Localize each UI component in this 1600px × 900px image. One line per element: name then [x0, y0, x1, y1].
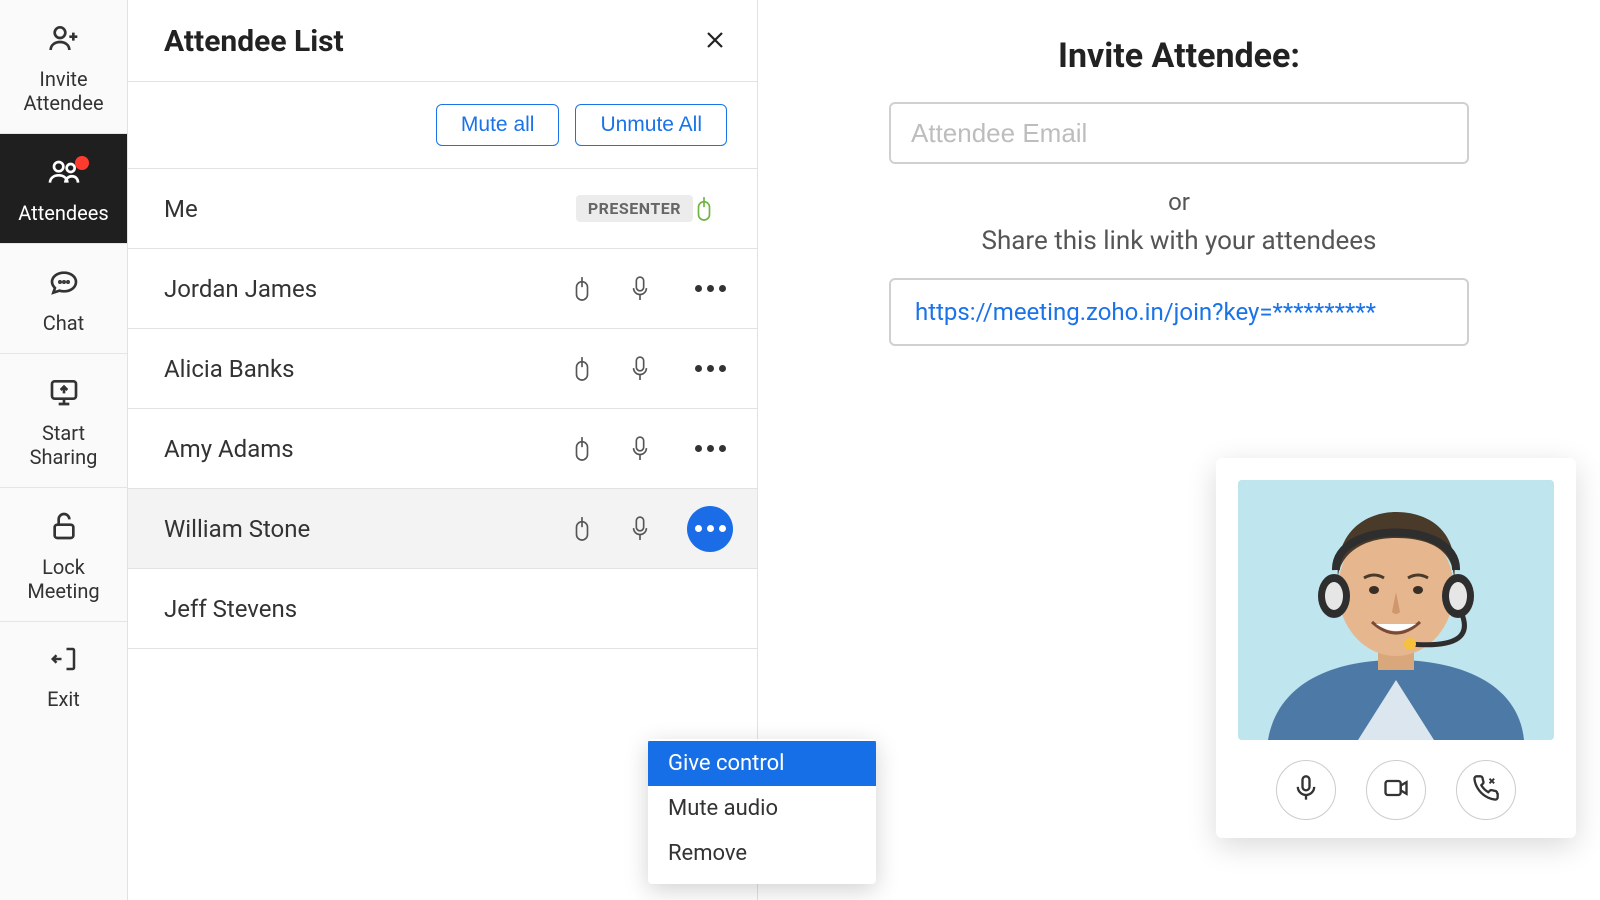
attendee-row: Alicia Banks	[128, 329, 757, 409]
microphone-icon[interactable]	[629, 274, 651, 304]
share-screen-icon	[48, 376, 80, 413]
chat-icon	[48, 266, 80, 303]
toggle-mic-button[interactable]	[1276, 760, 1336, 820]
sidebar: Invite Attendee Attendees Chat Start Sha…	[0, 0, 128, 900]
unmute-all-button[interactable]: Unmute All	[575, 104, 727, 146]
microphone-icon[interactable]	[629, 434, 651, 464]
presenter-badge: PRESENTER	[576, 195, 693, 222]
video-thumbnail	[1238, 480, 1554, 740]
ellipsis-icon	[695, 445, 726, 452]
attendee-name: Amy Adams	[164, 435, 571, 463]
lock-icon	[48, 510, 80, 547]
invite-attendee-icon	[48, 22, 80, 59]
or-text: or	[1168, 188, 1190, 216]
attendee-panel: Attendee List Mute all Unmute All Me PRE…	[128, 0, 758, 900]
attendee-row: Jordan James	[128, 249, 757, 329]
close-icon	[703, 37, 727, 56]
video-thumbnail-card	[1216, 458, 1576, 838]
toggle-video-button[interactable]	[1366, 760, 1426, 820]
mouse-control-icon	[693, 194, 715, 224]
sidebar-item-label: Exit	[47, 687, 80, 711]
microphone-icon[interactable]	[629, 514, 651, 544]
menu-mute-audio[interactable]: Mute audio	[648, 786, 876, 831]
sidebar-item-label: Chat	[43, 311, 84, 335]
attendee-name: Me	[164, 195, 560, 223]
ellipsis-icon	[695, 285, 726, 292]
mouse-control-icon[interactable]	[571, 354, 593, 384]
sidebar-item-label: Attendees	[18, 201, 108, 225]
attendee-row: Amy Adams	[128, 409, 757, 489]
more-options-button[interactable]	[687, 346, 733, 392]
attendee-name: Jordan James	[164, 275, 571, 303]
attendee-actions-menu: Give control Mute audio Remove	[648, 739, 876, 884]
notification-dot	[75, 156, 89, 170]
attendee-name: Jeff Stevens	[164, 595, 733, 623]
sidebar-item-start-sharing[interactable]: Start Sharing	[0, 354, 127, 488]
ellipsis-icon	[695, 525, 726, 532]
panel-header: Attendee List	[128, 0, 757, 82]
attendee-name: William Stone	[164, 515, 571, 543]
attendee-row: Jeff Stevens	[128, 569, 757, 649]
menu-remove[interactable]: Remove	[648, 831, 876, 876]
attendee-row: William Stone	[128, 489, 757, 569]
attendee-row-me: Me PRESENTER	[128, 169, 757, 249]
leave-call-button[interactable]	[1456, 760, 1516, 820]
exit-icon	[49, 644, 79, 679]
mute-all-button[interactable]: Mute all	[436, 104, 560, 146]
mouse-control-icon[interactable]	[571, 434, 593, 464]
bulk-actions: Mute all Unmute All	[128, 82, 757, 169]
invite-title: Invite Attendee:	[1058, 36, 1300, 76]
more-options-button[interactable]	[687, 266, 733, 312]
attendee-email-input[interactable]	[889, 102, 1469, 164]
sidebar-item-label: Lock Meeting	[27, 555, 99, 603]
attendee-list: Me PRESENTER Jordan James Alicia Banks	[128, 169, 757, 900]
invite-pane: Invite Attendee: or Share this link with…	[758, 0, 1600, 900]
microphone-icon	[1292, 774, 1320, 806]
more-options-button[interactable]	[687, 506, 733, 552]
menu-give-control[interactable]: Give control	[648, 741, 876, 786]
mouse-control-icon[interactable]	[571, 274, 593, 304]
sidebar-item-label: Invite Attendee	[23, 67, 103, 115]
attendee-name: Alicia Banks	[164, 355, 571, 383]
sidebar-item-label: Start Sharing	[30, 421, 98, 469]
more-options-button[interactable]	[687, 426, 733, 472]
sidebar-item-chat[interactable]: Chat	[0, 244, 127, 354]
sidebar-item-exit[interactable]: Exit	[0, 622, 127, 729]
share-link-text: Share this link with your attendees	[982, 226, 1377, 256]
video-controls	[1276, 760, 1516, 820]
mouse-control-icon[interactable]	[571, 514, 593, 544]
video-camera-icon	[1382, 774, 1410, 806]
microphone-icon[interactable]	[629, 354, 651, 384]
panel-title: Attendee List	[164, 24, 344, 59]
phone-hangup-icon	[1472, 774, 1500, 806]
close-panel-button[interactable]	[703, 28, 727, 56]
ellipsis-icon	[695, 365, 726, 372]
sidebar-item-attendees[interactable]: Attendees	[0, 134, 127, 244]
sidebar-item-lock-meeting[interactable]: Lock Meeting	[0, 488, 127, 622]
meeting-link-box[interactable]: https://meeting.zoho.in/join?key=*******…	[889, 278, 1469, 346]
sidebar-item-invite[interactable]: Invite Attendee	[0, 0, 127, 134]
